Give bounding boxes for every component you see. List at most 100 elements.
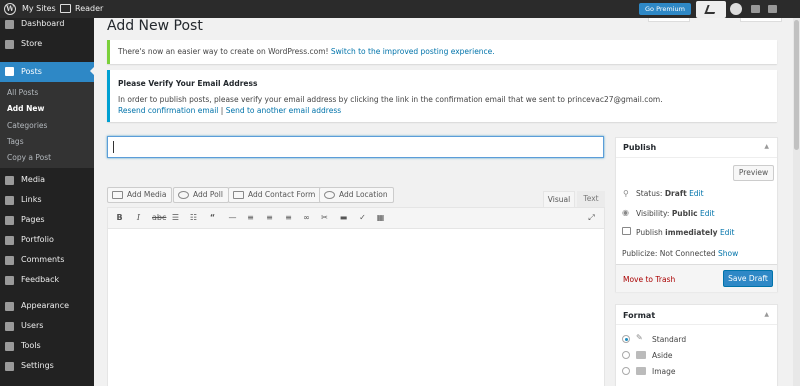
pencil-icon (704, 5, 718, 14)
sidebar-item-users[interactable]: Users (0, 317, 94, 335)
sidebar-item-label: Store (21, 39, 43, 48)
editor-content-area[interactable] (107, 229, 605, 386)
cart-icon (5, 40, 14, 49)
go-premium-button[interactable]: Go Premium (639, 3, 691, 15)
scrollbar-thumb[interactable] (794, 20, 799, 150)
publish-timing: immediately (665, 228, 718, 237)
italic-icon[interactable]: I (134, 213, 143, 222)
pin-icon (5, 67, 14, 76)
sidebar-item-label: Links (21, 195, 42, 204)
submenu-add-new[interactable]: Add New (7, 104, 44, 113)
sidebar-item-portfolio[interactable]: Portfolio (0, 231, 94, 249)
eye-icon: ◉ (622, 208, 629, 217)
add-location-button[interactable]: Add Location (319, 187, 394, 203)
media-icon (5, 176, 14, 185)
wordpress-logo-icon[interactable]: W (4, 3, 16, 15)
add-media-button[interactable]: Add Media (107, 187, 173, 203)
format-radio-standard[interactable] (622, 335, 630, 343)
save-draft-button[interactable]: Save Draft (723, 270, 773, 287)
portfolio-icon (5, 236, 14, 245)
sidebar-item-tools[interactable]: Tools (0, 337, 94, 355)
preview-button[interactable]: Preview (733, 165, 774, 181)
submenu-categories[interactable]: Categories (7, 121, 47, 130)
sidebar-item-links[interactable]: Links (0, 191, 94, 209)
post-title-input[interactable] (107, 136, 604, 158)
sidebar-item-dashboard[interactable]: Dashboard (0, 15, 94, 33)
reader-icon (60, 4, 71, 13)
link-separator: | (220, 106, 224, 115)
remove-link-icon[interactable]: ✂ (320, 213, 329, 222)
sidebar-item-store[interactable]: Store (0, 35, 94, 53)
sidebar-item-posts[interactable]: Posts (0, 62, 94, 82)
notifications-icon[interactable] (751, 5, 760, 13)
insert-link-icon[interactable]: ∞ (302, 213, 311, 222)
bullet-list-icon[interactable]: ☰ (171, 213, 180, 222)
horizontal-line-icon[interactable]: — (228, 213, 237, 222)
align-center-icon[interactable]: ≡ (265, 213, 274, 222)
add-contact-form-button[interactable]: Add Contact Form (228, 187, 322, 203)
toolbar-toggle-icon[interactable]: ▦ (376, 213, 385, 222)
sidebar-item-comments[interactable]: Comments (0, 251, 94, 269)
send-another-email-link[interactable]: Send to another email address (226, 106, 341, 115)
align-left-icon[interactable]: ≡ (246, 213, 255, 222)
admin-bar: W My Sites Reader Go Premium (0, 0, 800, 18)
submenu-tags[interactable]: Tags (7, 137, 24, 146)
screen-options-tab[interactable] (648, 18, 690, 22)
sidebar-item-pages[interactable]: Pages (0, 211, 94, 229)
feedback-icon (5, 276, 14, 285)
aside-icon (636, 351, 646, 359)
spellcheck-icon[interactable]: ✓ (358, 213, 367, 222)
edit-visibility-link[interactable]: Edit (700, 209, 715, 218)
switch-editor-link[interactable]: Switch to the improved posting experienc… (331, 47, 495, 56)
move-to-trash-link[interactable]: Move to Trash (623, 275, 675, 284)
align-right-icon[interactable]: ≡ (284, 213, 293, 222)
sidebar-item-label: Settings (21, 361, 54, 370)
sidebar-item-label: Users (21, 321, 44, 330)
sidebar-item-label: Portfolio (21, 235, 54, 244)
format-radio-aside[interactable] (622, 351, 630, 359)
tab-visual[interactable]: Visual (543, 191, 575, 207)
pages-icon (5, 216, 14, 225)
sidebar-item-label: Posts (21, 67, 42, 76)
calendar-icon (622, 227, 631, 235)
sidebar-item-media[interactable]: Media (0, 171, 94, 189)
collapse-arrow-icon[interactable]: ▲ (764, 311, 769, 318)
admin-sidebar: Dashboard Store Posts All Posts Add New … (0, 18, 94, 386)
submenu-copy-a-post[interactable]: Copy a Post (7, 153, 51, 162)
sidebar-item-label: Feedback (21, 275, 60, 284)
sidebar-item-appearance[interactable]: Appearance (0, 297, 94, 315)
help-icon[interactable] (768, 5, 777, 13)
numbered-list-icon[interactable]: ☷ (189, 213, 198, 222)
edit-timing-link[interactable]: Edit (720, 228, 735, 237)
poll-icon (178, 191, 189, 199)
collapse-arrow-icon[interactable]: ▲ (764, 143, 769, 150)
media-icon (112, 191, 123, 199)
submenu-all-posts[interactable]: All Posts (7, 88, 38, 97)
dashboard-icon (5, 20, 14, 29)
add-poll-button[interactable]: Add Poll (173, 187, 229, 203)
help-tab[interactable] (740, 18, 782, 22)
page-scrollbar[interactable] (793, 18, 800, 386)
brush-icon (5, 302, 14, 311)
sidebar-item-settings[interactable]: Settings (0, 357, 94, 375)
visibility-value: Public (671, 209, 698, 218)
sidebar-item-label: Media (21, 175, 46, 184)
publicize-show-link[interactable]: Show (718, 249, 738, 258)
sidebar-item-label: Appearance (21, 301, 70, 310)
fullscreen-icon[interactable]: ⤢ (587, 213, 596, 222)
sidebar-item-feedback[interactable]: Feedback (0, 271, 94, 289)
blockquote-icon[interactable]: “ (208, 213, 217, 222)
format-radio-image[interactable] (622, 367, 630, 375)
resend-confirmation-link[interactable]: Resend confirmation email (118, 106, 218, 115)
read-more-icon[interactable]: ▬ (339, 213, 348, 222)
editor-toolbar (107, 207, 605, 229)
posts-submenu: All Posts Add New Categories Tags Copy a… (0, 82, 94, 168)
page-title: Add New Post (107, 18, 203, 34)
avatar[interactable] (730, 3, 742, 15)
strikethrough-icon[interactable]: abc (152, 213, 166, 222)
write-post-button[interactable] (696, 1, 726, 18)
pin-icon: ✎ (636, 333, 643, 342)
tab-text[interactable]: Text (577, 191, 605, 207)
edit-status-link[interactable]: Edit (689, 189, 704, 198)
bold-icon[interactable]: B (115, 213, 124, 222)
